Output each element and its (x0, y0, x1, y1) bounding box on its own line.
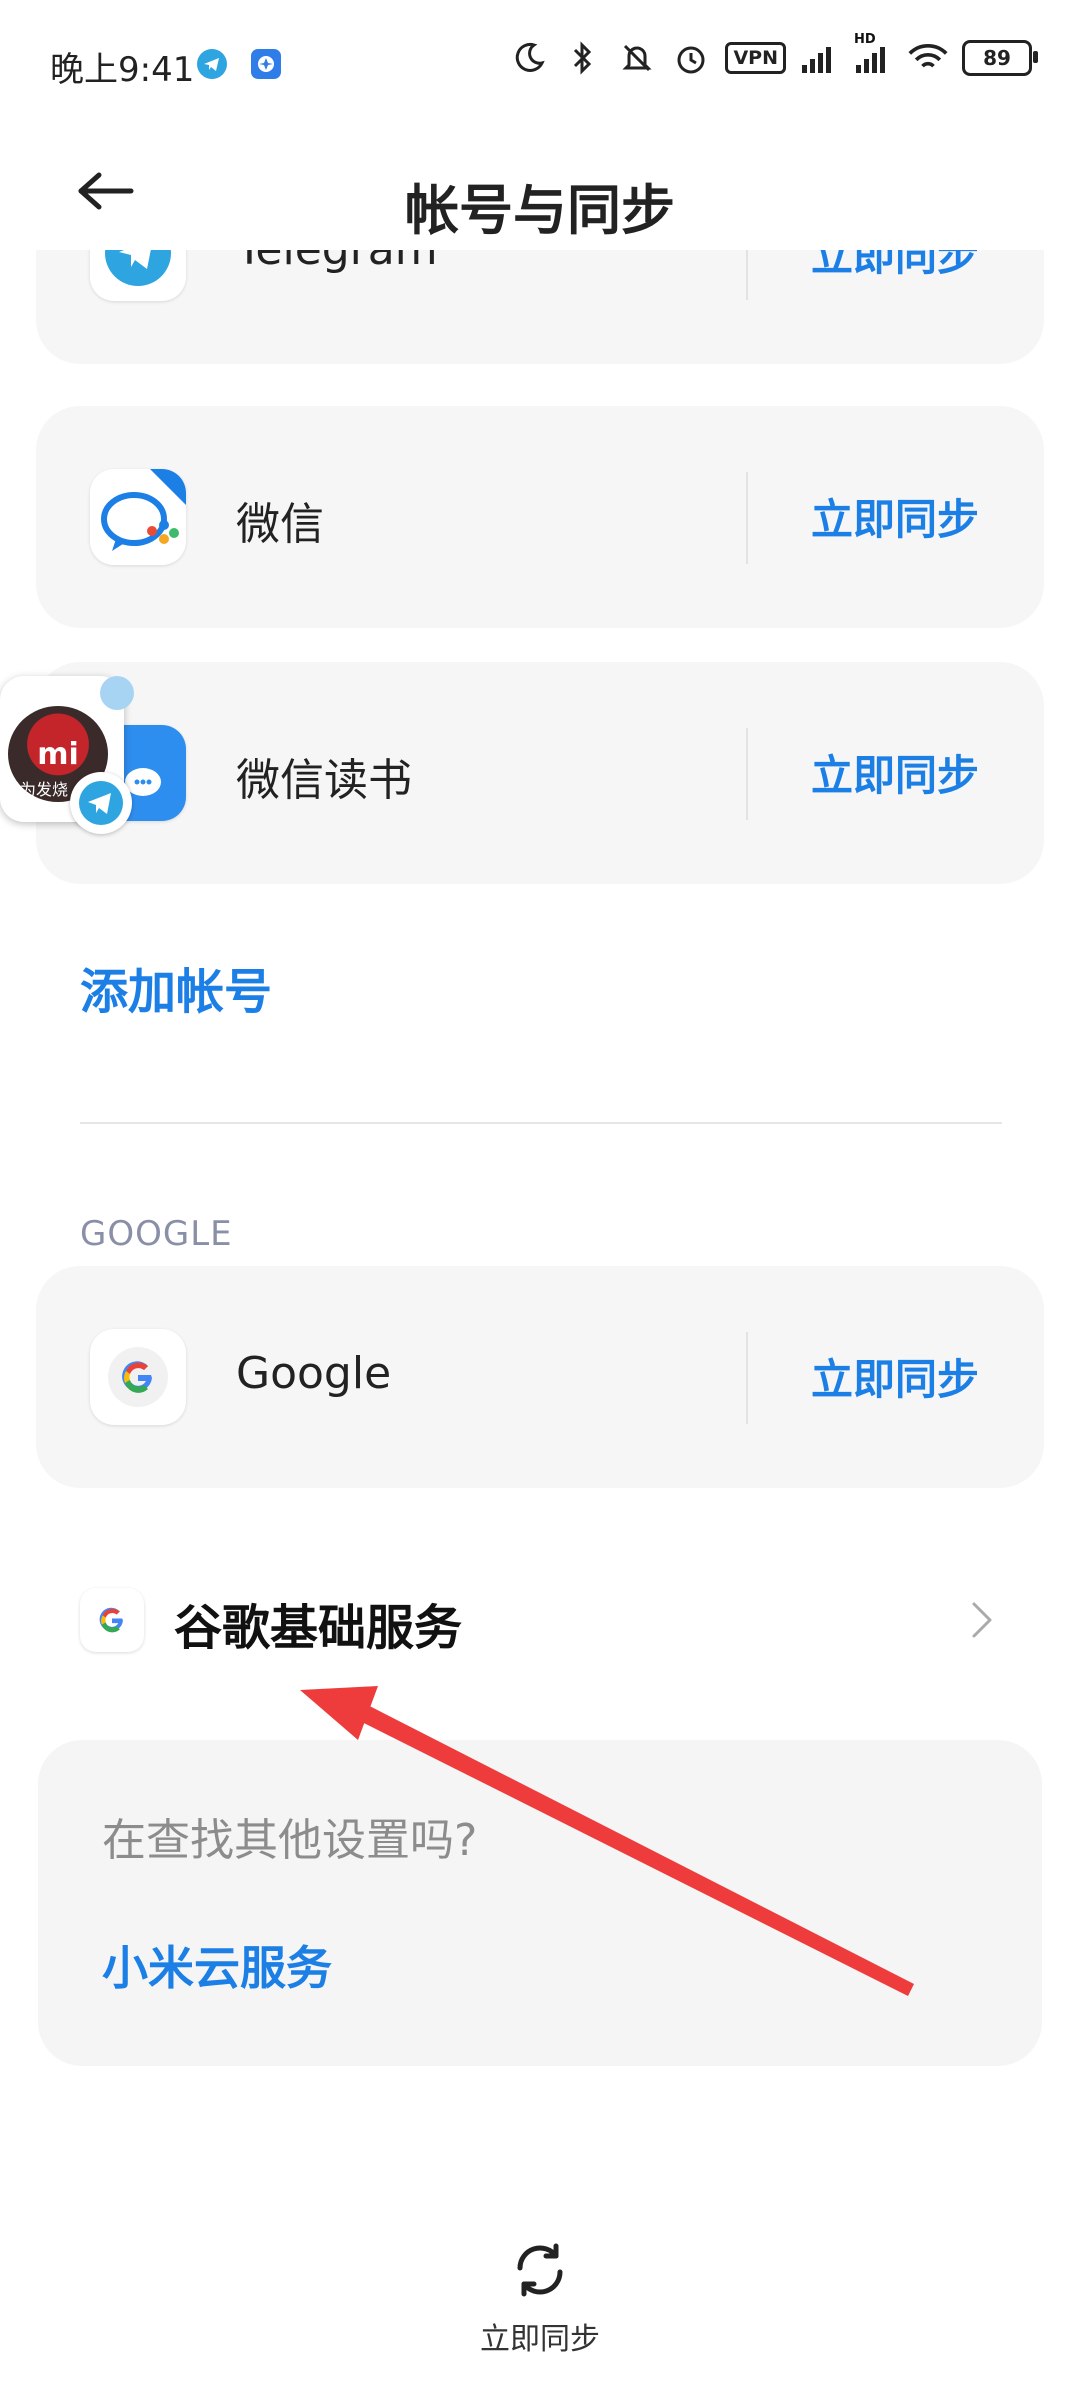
alarm-icon (671, 38, 711, 78)
telegram-icon (192, 44, 232, 84)
divider (746, 472, 748, 564)
bubble-caption: 为发烧 (20, 780, 69, 799)
google-icon (80, 1588, 144, 1652)
page-title: 帐号与同步 (405, 179, 675, 242)
add-account-link[interactable]: 添加帐号 (80, 952, 272, 1022)
bluetooth-icon (563, 38, 603, 78)
moon-icon (509, 38, 549, 78)
hd-label: HD (854, 32, 876, 47)
account-card-wechat[interactable]: 微信 立即同步 (36, 406, 1044, 628)
signal-hd-icon: HD (854, 32, 894, 78)
mute-icon (617, 38, 657, 78)
sync-now-button[interactable]: 立即同步 (811, 1346, 979, 1407)
wifi-icon (908, 38, 948, 78)
bottom-sync-button[interactable]: 立即同步 (0, 2238, 1080, 2358)
account-card-google[interactable]: Google 立即同步 (36, 1266, 1044, 1488)
chevron-right-icon (972, 1602, 992, 1638)
sync-icon (508, 2238, 572, 2302)
google-services-row[interactable]: 谷歌基础服务 (80, 1580, 1002, 1660)
telegram-icon (70, 772, 132, 834)
account-card-wechat-read[interactable]: 微信读书 立即同步 (36, 662, 1044, 884)
divider (746, 1332, 748, 1424)
sync-now-button[interactable]: 立即同步 (811, 742, 979, 803)
status-bar: 晚上9:41 VPN HD 89 (0, 0, 1080, 130)
app-badge-icon (246, 44, 286, 84)
status-time: 晚上9:41 (50, 50, 195, 90)
section-label-google: GOOGLE (80, 1214, 233, 1254)
divider (746, 728, 748, 820)
signal-icon (800, 38, 840, 78)
account-name: 微信读书 (236, 755, 412, 806)
wechat-icon (90, 469, 186, 565)
section-divider (80, 1122, 1002, 1124)
mi-cloud-link[interactable]: 小米云服务 (102, 1932, 332, 1998)
find-more-question: 在查找其他设置吗? (102, 1815, 478, 1866)
sync-now-button[interactable]: 立即同步 (811, 486, 979, 547)
vpn-icon: VPN (725, 42, 786, 74)
google-icon (90, 1329, 186, 1425)
notification-dot (100, 676, 134, 710)
app-header: 帐号与同步 (0, 130, 1080, 250)
bottom-sync-label: 立即同步 (480, 2322, 600, 2357)
battery-icon: 89 (962, 40, 1038, 76)
find-more-settings-card: 在查找其他设置吗? 小米云服务 (38, 1740, 1042, 2066)
google-services-label: 谷歌基础服务 (174, 1600, 463, 1656)
floating-app-bubble[interactable]: mi 为发烧 (0, 676, 134, 834)
account-name: 微信 (236, 499, 324, 550)
account-name: Google (236, 1348, 392, 1399)
